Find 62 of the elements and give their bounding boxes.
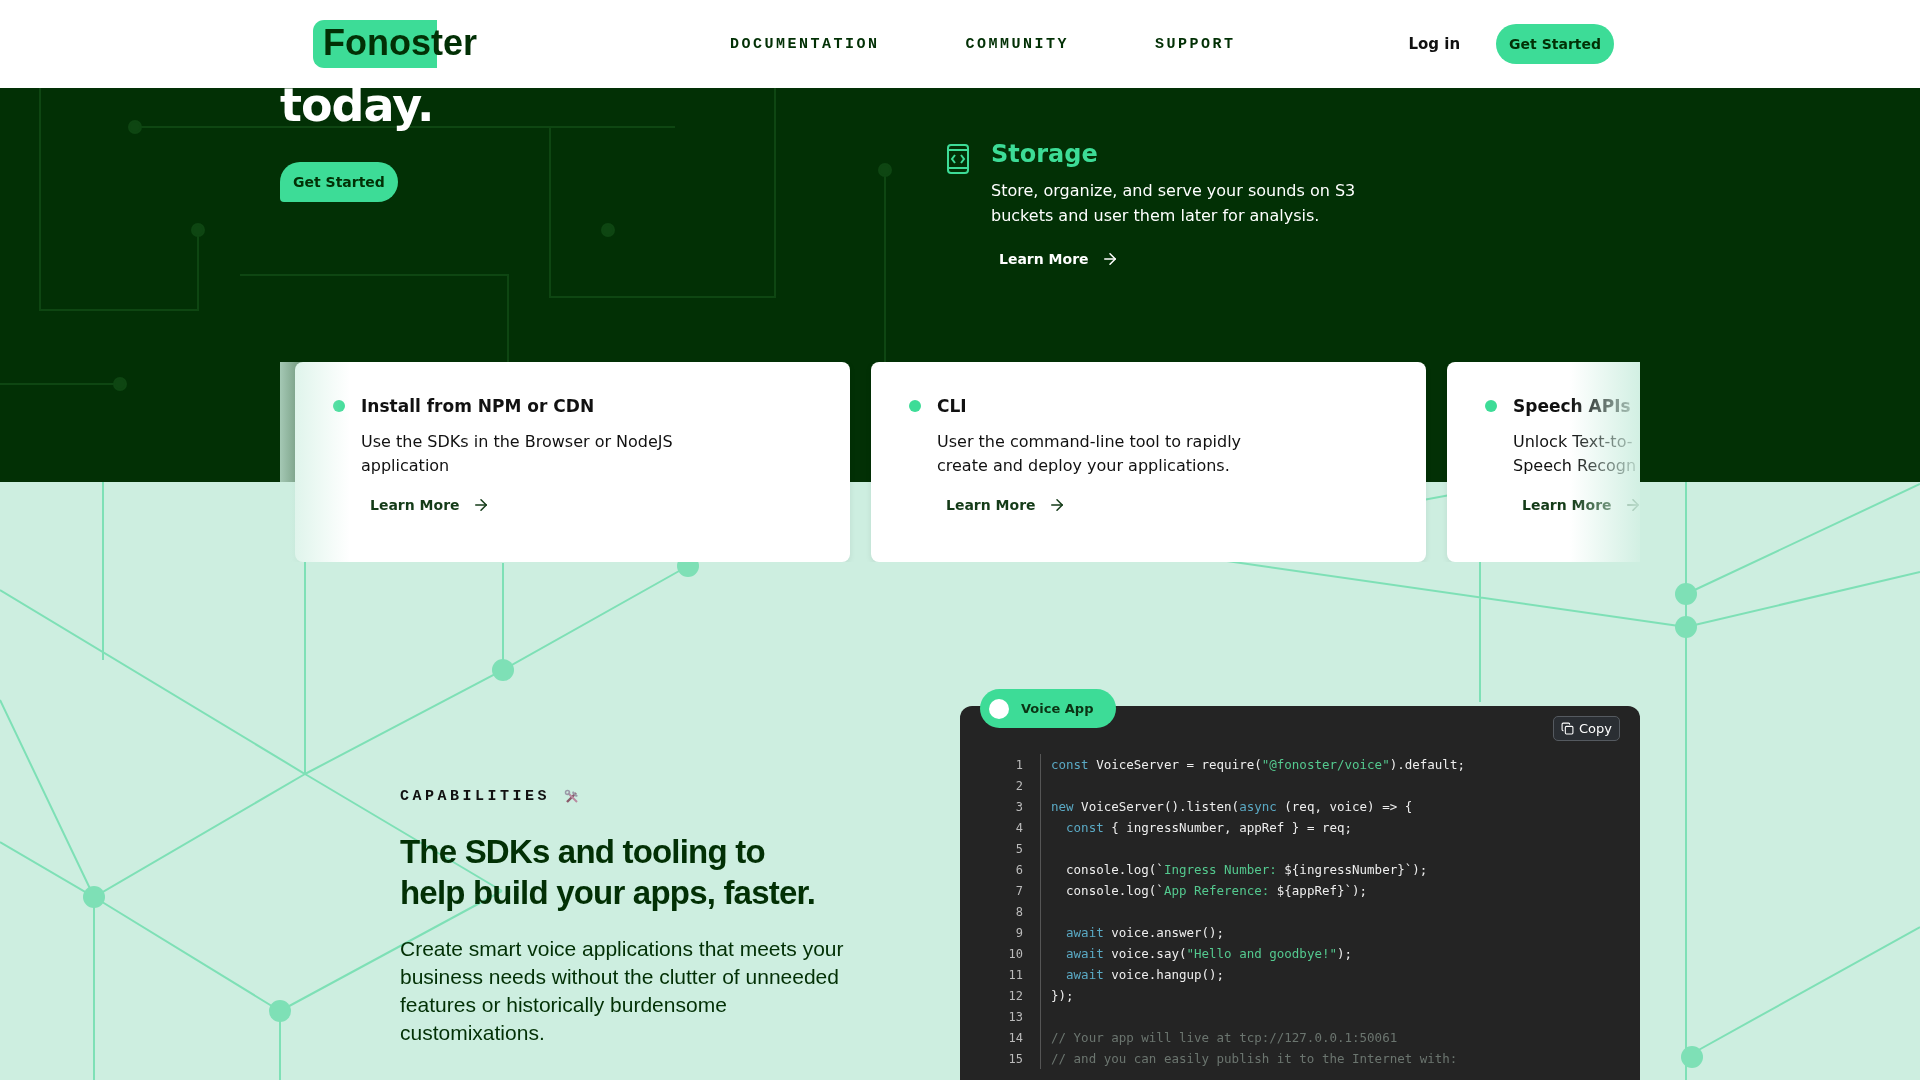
line-number: 6 [1014, 862, 1023, 877]
line-number: 3 [1014, 799, 1023, 814]
node-dot [1675, 616, 1697, 638]
card-title: Speech APIs [1513, 396, 1631, 416]
code-line: await voice.answer(); [1065, 925, 1225, 940]
nav-link[interactable]: SUPPORT [1155, 35, 1236, 53]
line-number: 10 [1007, 946, 1023, 961]
section-description: Create smart voice applications that meets your business needs without the clutter of unneeded features or historically burdensome customixations. [400, 936, 845, 1046]
code-line: const { ingressNumber, appRef } = req; [1065, 820, 1353, 835]
code-tab[interactable]: Voice App [980, 689, 1116, 728]
learn-more-link[interactable]: Learn More [946, 496, 1066, 514]
feature-description: Store, organize, and serve your sounds on S3 buckets and user them later for analysis. [991, 180, 1357, 227]
line-number: 5 [1014, 841, 1023, 856]
code-device-icon [947, 144, 969, 174]
node-dot [1675, 583, 1697, 605]
login-link[interactable]: Log in [1408, 35, 1461, 53]
get-started-button[interactable]: Get Started [280, 162, 398, 202]
card-title: CLI [937, 396, 967, 416]
line-number: 12 [1007, 988, 1023, 1003]
code-line: console.log(`Ingress Number: ${ingressNumber}`); [1065, 862, 1428, 877]
line-number: 14 [1007, 1030, 1023, 1045]
node-dot [492, 659, 514, 681]
node-dot [83, 886, 105, 908]
line-number: 13 [1007, 1009, 1023, 1024]
nav-link[interactable]: DOCUMENTATION [730, 35, 880, 53]
code-line: // Your app will live at tcp://127.0.0.1:50061 [1050, 1030, 1398, 1045]
card-description: Unlock Text-to- Speech Recogn [1513, 431, 1638, 477]
bullet-dot [333, 400, 345, 412]
code-line: // and you can easily publish it to the Internet with: [1050, 1051, 1458, 1066]
line-number: 15 [1007, 1051, 1023, 1066]
card-title: Install from NPM or CDN [361, 396, 595, 416]
node-dot [1681, 1046, 1703, 1068]
hammer-wrench-icon [564, 788, 581, 805]
card-description: Use the SDKs in the Browser or NodeJS application [361, 431, 674, 477]
code-line: const VoiceServer = require("@fonoster/voice").default; [1050, 757, 1465, 772]
line-number: 7 [1014, 883, 1023, 898]
section-eyebrow: CAPABILITIES [400, 788, 551, 805]
bullet-dot [1485, 400, 1497, 412]
line-number: 8 [1014, 904, 1023, 919]
bullet-dot [909, 400, 921, 412]
line-number: 2 [1014, 778, 1023, 793]
copy-icon [1561, 722, 1574, 735]
learn-more-link[interactable]: Learn More [370, 496, 490, 514]
code-line: console.log(`App Reference: ${appRef}`); [1065, 883, 1368, 898]
copy-button[interactable]: Copy [1553, 716, 1620, 741]
learn-more-link[interactable]: Learn More [1522, 496, 1640, 514]
section-heading: The SDKs and tooling to help build your apps, faster. [400, 832, 817, 913]
line-number: 9 [1014, 925, 1023, 940]
card-description: User the command-line tool to rapidly create and deploy your applications. [937, 431, 1243, 477]
feature-title: Storage [991, 140, 1099, 168]
learn-more-link[interactable]: Learn More [999, 250, 1119, 268]
line-number: 4 [1014, 820, 1023, 835]
code-line: }); [1050, 988, 1074, 1003]
node-dot [269, 1000, 291, 1022]
code-line: new VoiceServer().listen(async (req, voice) => { [1050, 799, 1413, 814]
line-number: 1 [1014, 757, 1023, 772]
code-line: await voice.hangup(); [1065, 967, 1225, 982]
line-number: 11 [1007, 967, 1023, 982]
get-started-button[interactable]: Get Started [1496, 24, 1614, 64]
code-line: await voice.say("Hello and goodbye!"); [1065, 946, 1353, 961]
hero-heading: today. [280, 78, 434, 132]
nav-link[interactable]: COMMUNITY [965, 35, 1070, 53]
